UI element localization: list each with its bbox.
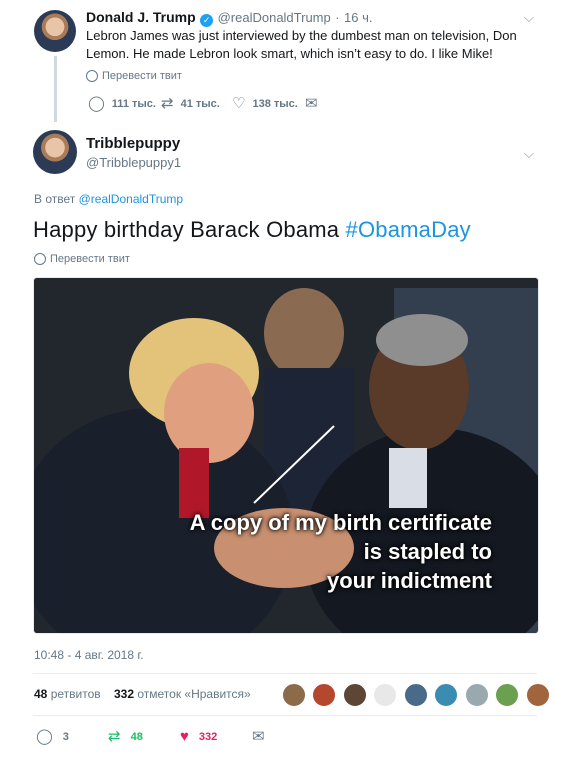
dm-button[interactable]: ✉ — [252, 729, 265, 744]
retweet-count: 41 тыс. — [180, 97, 220, 110]
like-stat[interactable]: 332 отметок «Нравится» — [114, 687, 251, 701]
tweet-text-body: Happy birthday Barack Obama — [33, 217, 346, 242]
liker-avatar[interactable] — [403, 683, 428, 707]
liker-avatar[interactable] — [282, 683, 306, 707]
retweet-count: 48 — [130, 730, 143, 743]
liker-avatar[interactable] — [525, 683, 550, 707]
hashtag-link[interactable]: #ObamaDay — [346, 217, 471, 242]
like-count: 332 — [198, 730, 218, 743]
tweet-timestamp[interactable]: 10:48 - 4 авг. 2018 г. — [34, 648, 144, 662]
like-button[interactable]: ♡ 138 тыс. — [232, 96, 298, 111]
globe-icon — [86, 70, 98, 82]
reply-context: В ответ @realDonaldTrump — [34, 192, 183, 206]
image-caption: A copy of my birth certificate is staple… — [190, 508, 492, 595]
reply-target-link[interactable]: @realDonaldTrump — [79, 192, 183, 206]
globe-icon — [34, 253, 46, 265]
tweet-stats: 48 ретвитов 332 отметок «Нравится» — [34, 687, 251, 701]
envelope-icon: ✉ — [252, 728, 265, 745]
reply-prefix: В ответ — [34, 192, 76, 206]
like-count: 138 тыс. — [252, 97, 298, 110]
liker-avatar[interactable] — [495, 683, 520, 707]
envelope-icon: ✉ — [305, 95, 318, 112]
likers-avatars — [282, 683, 552, 712]
liker-avatar[interactable] — [434, 683, 459, 707]
avatar-tribblepuppy[interactable] — [33, 130, 77, 174]
retweet-button[interactable]: ⇄ 48 — [108, 729, 143, 744]
liker-avatar[interactable] — [342, 683, 367, 707]
divider — [33, 673, 537, 674]
tweet-image[interactable]: A copy of my birth certificate is staple… — [33, 277, 539, 634]
translate-label: Перевести твит — [102, 70, 182, 82]
reply-button[interactable]: ◯ 111 тыс. — [88, 96, 156, 111]
reply-icon: ◯ — [36, 728, 53, 745]
avatar-trump[interactable] — [34, 10, 76, 52]
thread-line — [54, 56, 57, 122]
retweet-icon: ⇄ — [108, 728, 121, 745]
translate-link[interactable]: Перевести твит — [34, 253, 130, 265]
heart-icon: ♡ — [232, 95, 246, 112]
tweet-header: Donald J. Trump ✓ @realDonaldTrump · 16 … — [86, 9, 372, 27]
verified-badge-icon: ✓ — [200, 14, 214, 27]
liker-avatar[interactable] — [464, 683, 489, 707]
chevron-down-icon[interactable]: ⌵ — [524, 146, 534, 162]
author-handle[interactable]: @realDonaldTrump — [218, 10, 331, 25]
tweet-text: Happy birthday Barack Obama #ObamaDay — [33, 217, 471, 243]
heart-icon: ♥ — [180, 728, 189, 745]
retweet-button[interactable]: ⇄ 41 тыс. — [161, 96, 220, 111]
caption-line-2: is stapled to — [363, 539, 492, 564]
reply-count: 3 — [62, 730, 69, 743]
tweet-text: Lebron James was just interviewed by the… — [86, 28, 517, 61]
author-name[interactable]: Donald J. Trump — [86, 9, 196, 25]
tweet-time[interactable]: 16 ч. — [344, 10, 372, 25]
divider — [33, 715, 537, 716]
caption-line-1: A copy of my birth certificate — [189, 510, 492, 535]
author-name[interactable]: Tribblepuppy — [86, 135, 180, 152]
liker-avatar[interactable] — [373, 683, 398, 707]
liker-avatar[interactable] — [312, 683, 337, 707]
caption-line-3: your indictment — [326, 568, 492, 593]
retweet-icon: ⇄ — [161, 95, 174, 112]
translate-link[interactable]: Перевести твит — [86, 70, 182, 82]
author-handle[interactable]: @Tribblepuppy1 — [86, 155, 181, 170]
reply-button[interactable]: ◯ 3 — [36, 729, 69, 744]
dm-button[interactable]: ✉ — [305, 96, 318, 111]
reply-icon: ◯ — [88, 95, 105, 112]
retweet-stat[interactable]: 48 ретвитов — [34, 687, 101, 701]
dot-separator: · — [335, 10, 340, 25]
like-button[interactable]: ♥ 332 — [180, 729, 217, 744]
translate-label: Перевести твит — [50, 253, 130, 265]
chevron-down-icon[interactable]: ⌵ — [524, 10, 534, 26]
reply-count: 111 тыс. — [111, 97, 156, 110]
